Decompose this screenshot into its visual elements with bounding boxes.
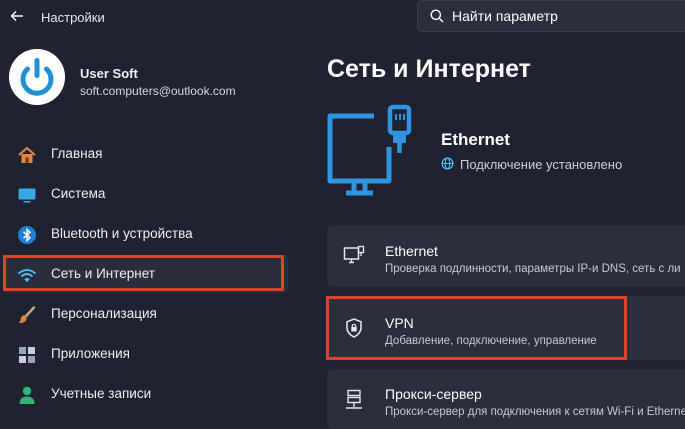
highlight-frame [3,255,284,291]
apps-icon [19,347,35,363]
search-icon [430,9,444,23]
card-title: Ethernet [385,243,438,259]
sidebar-item-home[interactable]: Главная [3,135,288,173]
sidebar-item-label: Учетные записи [51,386,152,401]
power-logo-icon [9,49,65,105]
sidebar-item-system[interactable]: Система [3,175,288,213]
sidebar-item-bluetooth[interactable]: Bluetooth и устройства [3,215,288,253]
card-subtitle: Проверка подлинности, параметры IP-и DNS… [385,263,681,275]
sidebar-item-apps[interactable]: Приложения [3,335,288,373]
sidebar-item-label: Приложения [51,346,130,361]
sidebar-item-label: Bluetooth и устройства [51,226,193,241]
search-input[interactable] [452,6,672,26]
user-name: User Soft [80,66,138,81]
account-icon [19,386,35,404]
ethernet-connected-icon [327,104,412,196]
proxy-settings-card[interactable]: Прокси-сервер Прокси-сервер для подключе… [327,369,685,429]
proxy-icon [346,389,362,409]
ethernet-settings-card[interactable]: Ethernet Проверка подлинности, параметры… [327,225,685,287]
bluetooth-icon [18,226,36,244]
highlight-frame [326,296,627,360]
system-monitor-icon [18,188,36,203]
home-icon [18,146,36,163]
card-subtitle: Прокси-сервер для подключения к сетям Wi… [385,406,685,418]
globe-icon [441,157,454,170]
sidebar-item-label: Система [51,186,106,201]
page-title: Сеть и Интернет [327,55,531,83]
sidebar-item-accounts[interactable]: Учетные записи [3,375,288,413]
sidebar-item-personalization[interactable]: Персонализация [3,295,288,333]
connection-title: Ethernet [441,130,510,149]
user-email: soft.computers@outlook.com [80,84,236,98]
ethernet-icon [343,245,365,264]
card-title: Прокси-сервер [385,386,482,402]
back-arrow-icon[interactable] [10,9,24,23]
connection-status: Подключение установлено [460,157,623,172]
sidebar-item-label: Главная [51,146,103,161]
app-title: Настройки [41,10,105,25]
brush-icon [18,306,36,324]
sidebar-item-label: Персонализация [51,306,157,321]
avatar[interactable] [9,49,65,105]
